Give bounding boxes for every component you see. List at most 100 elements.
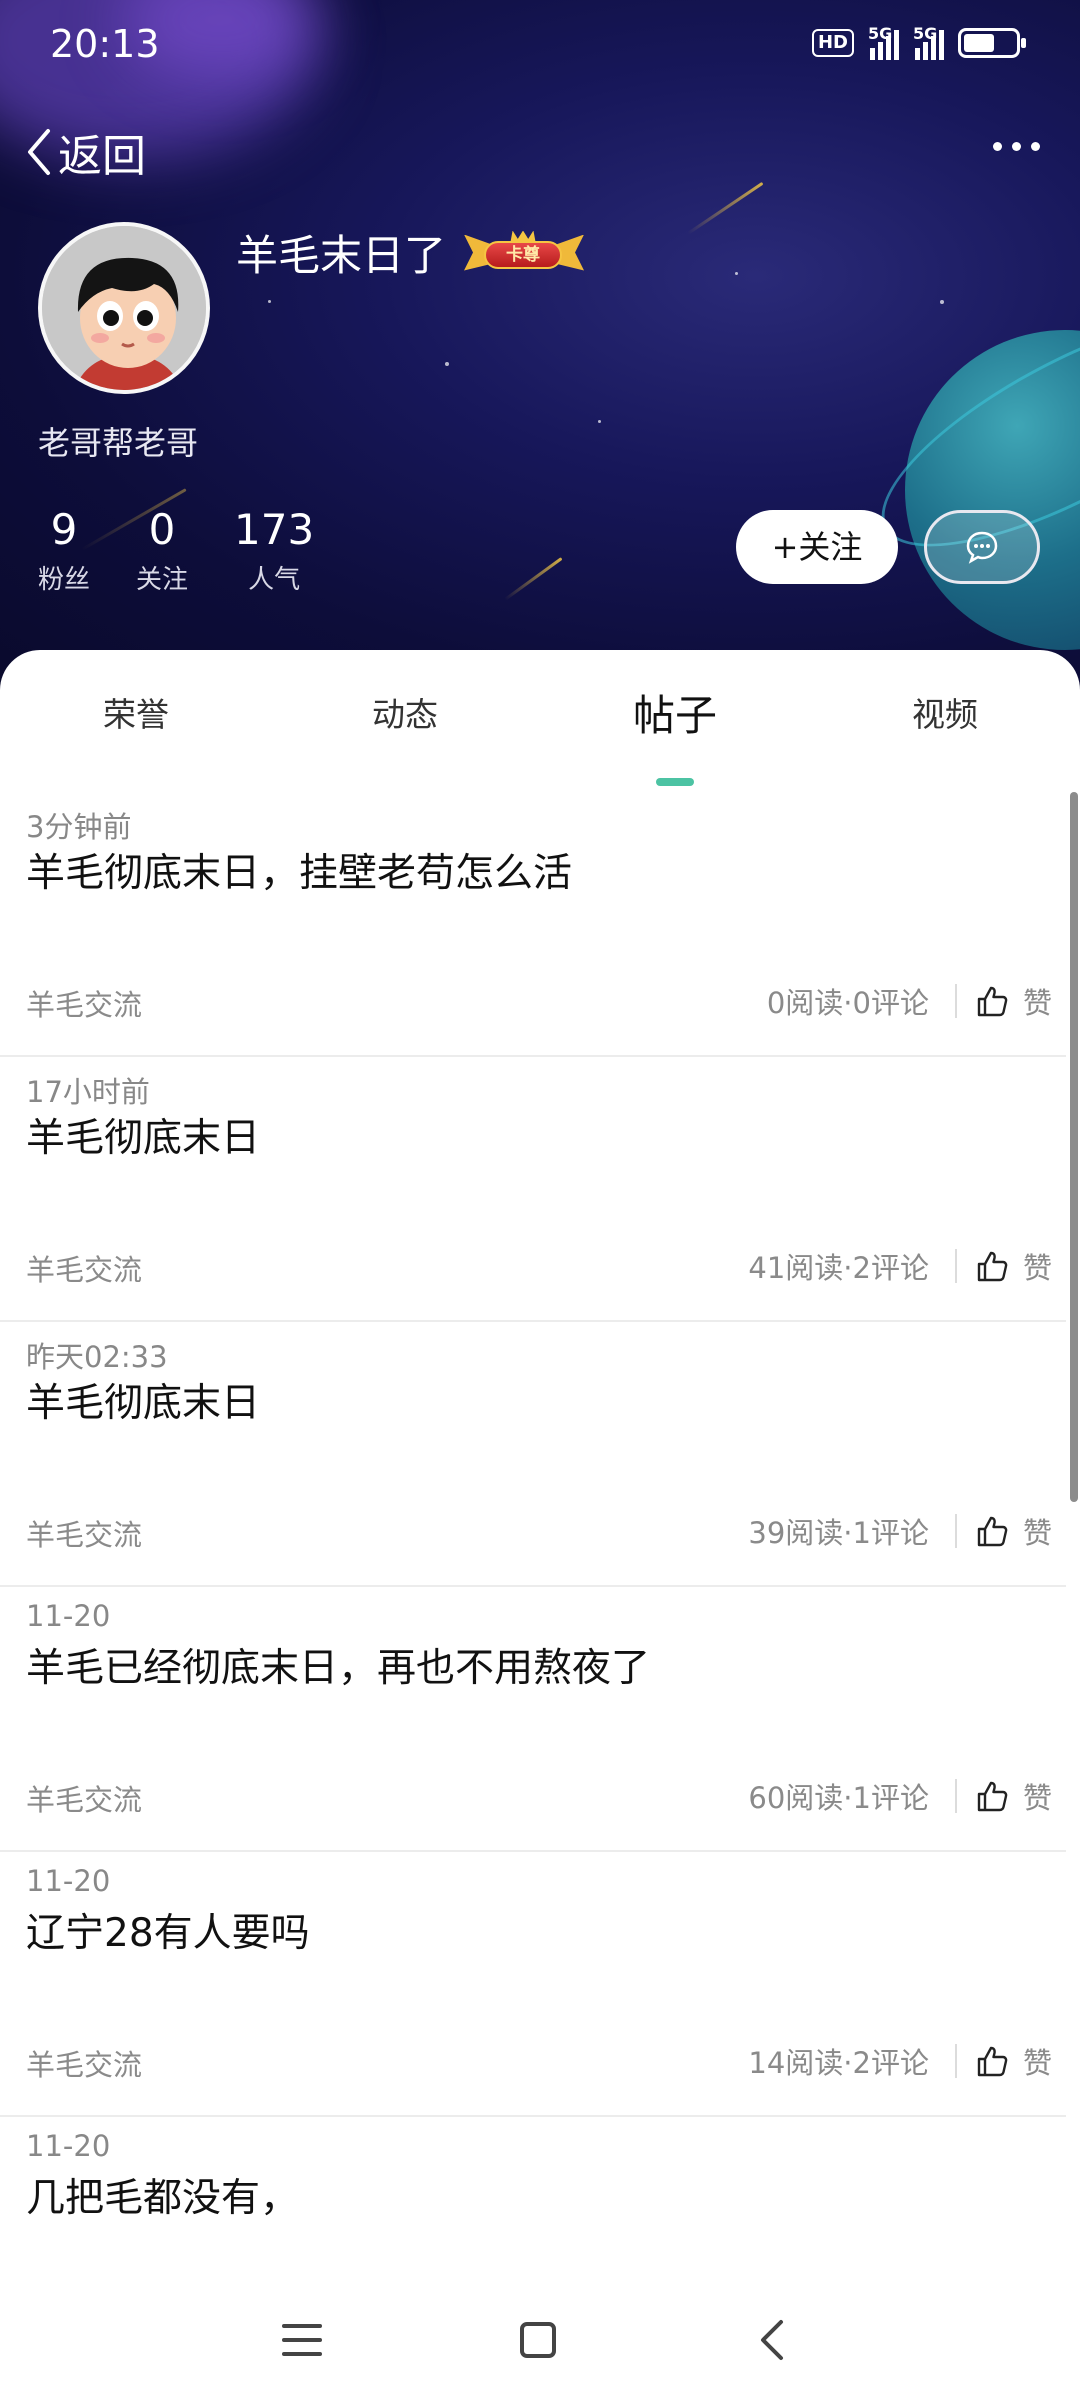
like-label: 赞: [1022, 1516, 1052, 1550]
chevron-left-icon: [28, 129, 50, 175]
star-decoration: [445, 362, 449, 366]
stat-label: 人气: [248, 565, 301, 595]
menu-icon[interactable]: [272, 2310, 332, 2370]
status-time: 20:13: [50, 22, 160, 66]
system-nav-bar: [0, 2280, 1080, 2400]
post-list: 3分钟前 羊毛彻底末日，挂壁老苟怎么活 羊毛交流 0阅读·0评论 赞 17小时前…: [0, 792, 1066, 2277]
hd-icon: HD: [811, 29, 854, 57]
thumbs-up-icon: [977, 986, 1008, 1017]
battery-icon: [958, 28, 1026, 58]
stat-value: 9: [50, 505, 78, 554]
star-decoration: [735, 272, 738, 275]
active-tab-indicator: [656, 778, 694, 786]
home-square-icon[interactable]: [508, 2310, 568, 2370]
profile-signature: 老哥帮老哥: [38, 424, 199, 462]
post-meta: 39阅读·1评论 赞: [748, 1510, 1066, 1552]
post-counts: 60阅读·1评论: [748, 1781, 929, 1815]
profile-name-row: 羊毛末日了 卡尊: [236, 222, 585, 283]
chat-bubble-icon: [966, 531, 998, 564]
post-counts: 41阅读·2评论: [748, 1251, 929, 1285]
post-meta: 60阅读·1评论 赞: [748, 1775, 1066, 1817]
back-label: 返回: [58, 131, 146, 182]
more-dots-icon[interactable]: [993, 142, 1040, 151]
profile-stats: 9 粉丝 0 关注 173 人气: [38, 505, 314, 596]
divider: [954, 2044, 957, 2078]
post-title: 羊毛彻底末日: [26, 1381, 261, 1426]
stat-following[interactable]: 0 关注: [136, 505, 188, 596]
stat-label: 关注: [136, 565, 189, 595]
star-decoration: [598, 420, 601, 423]
tab-honor[interactable]: 荣誉: [36, 688, 236, 736]
post-item[interactable]: 昨天02:33 羊毛彻底末日 羊毛交流 39阅读·1评论 赞: [0, 1322, 1066, 1587]
divider: [954, 1514, 957, 1548]
tab-posts[interactable]: 帖子: [575, 682, 775, 743]
thumbs-up-icon: [977, 1516, 1008, 1547]
post-item[interactable]: 11-20 辽宁28有人要吗 羊毛交流 14阅读·2评论 赞: [0, 1852, 1066, 2117]
post-counts: 0阅读·0评论: [766, 986, 929, 1020]
back-chevron-icon[interactable]: [742, 2310, 802, 2370]
post-title: 羊毛彻底末日: [26, 1116, 261, 1161]
chat-button[interactable]: [924, 510, 1040, 584]
tab-videos[interactable]: 视频: [845, 688, 1045, 736]
post-time: 11-20: [26, 1599, 111, 1633]
like-button[interactable]: 赞: [975, 980, 1052, 1022]
post-item[interactable]: 3分钟前 羊毛彻底末日，挂壁老苟怎么活 羊毛交流 0阅读·0评论 赞: [0, 792, 1066, 1057]
stat-fans[interactable]: 9 粉丝: [38, 505, 90, 596]
post-time: 11-20: [26, 2129, 111, 2163]
like-button[interactable]: 赞: [975, 2040, 1052, 2082]
like-label: 赞: [1022, 1781, 1052, 1815]
avatar[interactable]: [38, 222, 210, 394]
post-title: 辽宁28有人要吗: [26, 1911, 310, 1956]
profile-name: 羊毛末日了: [236, 231, 447, 280]
post-time: 昨天02:33: [26, 1340, 168, 1374]
follow-button[interactable]: +关注: [736, 510, 898, 584]
status-bar: 20:13 HD 5G 5G: [0, 0, 1080, 92]
scrollbar[interactable]: [1070, 792, 1078, 1502]
thumbs-up-icon: [977, 2046, 1008, 2077]
post-meta: 41阅读·2评论 赞: [748, 1245, 1066, 1287]
post-category[interactable]: 羊毛交流: [26, 982, 142, 1024]
divider: [954, 984, 957, 1018]
back-button[interactable]: 返回: [24, 120, 146, 184]
tab-activity[interactable]: 动态: [305, 688, 505, 736]
signal-5g-icon: 5G: [913, 24, 944, 60]
post-meta: 0阅读·0评论 赞: [767, 980, 1066, 1022]
post-item[interactable]: 11-20 几把毛都没有，: [0, 2117, 1066, 2277]
profile-header: 20:13 HD 5G 5G 返回 羊毛末日了 卡尊 老哥帮老哥 9 粉丝 0 …: [0, 0, 1080, 690]
post-counts: 39阅读·1评论: [748, 1516, 929, 1550]
post-item[interactable]: 17小时前 羊毛彻底末日 羊毛交流 41阅读·2评论 赞: [0, 1057, 1066, 1322]
post-item[interactable]: 11-20 羊毛已经彻底末日，再也不用熬夜了 羊毛交流 60阅读·1评论 赞: [0, 1587, 1066, 1852]
post-title: 几把毛都没有，: [26, 2176, 300, 2221]
post-category[interactable]: 羊毛交流: [26, 1777, 142, 1819]
system-icons: HD 5G 5G: [811, 24, 1026, 60]
post-category[interactable]: 羊毛交流: [26, 1512, 142, 1554]
post-title: 羊毛已经彻底末日，再也不用熬夜了: [26, 1646, 651, 1691]
post-title: 羊毛彻底末日，挂壁老苟怎么活: [26, 851, 573, 896]
avatar-cartoon-icon: [42, 226, 206, 390]
stat-value: 0: [148, 505, 176, 554]
post-counts: 14阅读·2评论: [748, 2046, 929, 2080]
like-button[interactable]: 赞: [975, 1510, 1052, 1552]
rank-badge-icon: 卡尊: [464, 230, 585, 275]
stat-popularity: 173 人气: [234, 505, 314, 596]
post-category[interactable]: 羊毛交流: [26, 2042, 142, 2084]
post-category[interactable]: 羊毛交流: [26, 1247, 142, 1289]
stat-label: 粉丝: [38, 565, 91, 595]
thumbs-up-icon: [977, 1251, 1008, 1282]
like-button[interactable]: 赞: [975, 1775, 1052, 1817]
like-button[interactable]: 赞: [975, 1245, 1052, 1287]
rank-badge-text: 卡尊: [484, 240, 563, 269]
divider: [954, 1779, 957, 1813]
like-label: 赞: [1022, 2046, 1052, 2080]
post-time: 11-20: [26, 1864, 111, 1898]
like-label: 赞: [1022, 986, 1052, 1020]
divider: [954, 1249, 957, 1283]
thumbs-up-icon: [977, 1781, 1008, 1812]
signal-5g-icon: 5G: [868, 24, 899, 60]
star-decoration: [268, 300, 271, 303]
like-label: 赞: [1022, 1251, 1052, 1285]
post-time: 17小时前: [26, 1075, 150, 1109]
post-meta: 14阅读·2评论 赞: [748, 2040, 1066, 2082]
star-decoration: [940, 300, 944, 304]
tab-bar: 荣誉 动态 帖子 视频: [0, 650, 1080, 786]
